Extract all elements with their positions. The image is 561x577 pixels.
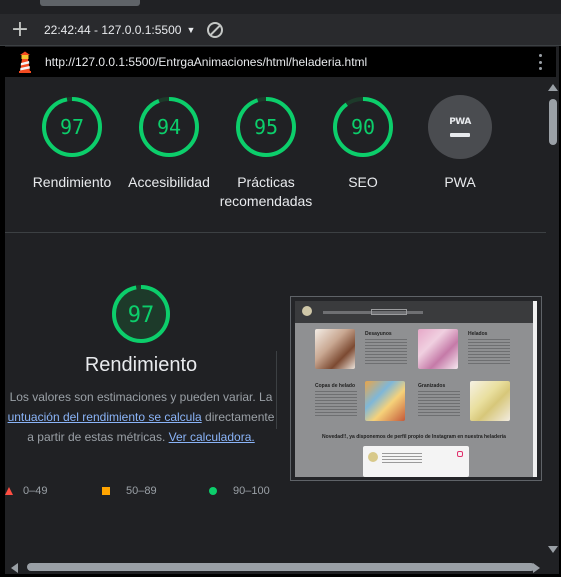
window-tab[interactable] <box>40 0 140 6</box>
legend-average-label: 50–89 <box>126 485 157 497</box>
score-legend: 0–49 50–89 90–100 <box>5 485 295 499</box>
pwa-badge-icon: PWA <box>428 95 492 159</box>
gauge-label: PWA <box>444 174 476 190</box>
legend-fail-label: 0–49 <box>23 485 48 497</box>
plus-icon[interactable]: + <box>0 14 40 46</box>
horizontal-scrollbar[interactable] <box>5 560 546 574</box>
gauge-label: Rendimiento <box>32 174 112 190</box>
scroll-up-icon[interactable] <box>548 84 558 91</box>
triangle-icon <box>5 487 13 495</box>
circle-icon <box>209 487 217 495</box>
legend-pass: 90–100 <box>209 485 270 497</box>
screenshot-image: Desayunos Helados Copas de helado Graniz… <box>295 301 537 477</box>
description-line-2-tail: directamente <box>201 410 275 424</box>
scroll-right-icon[interactable] <box>533 563 540 573</box>
thumb-heading: Copas de helado <box>315 383 356 389</box>
scroll-left-icon[interactable] <box>11 563 18 573</box>
performance-title: Rendimiento <box>84 354 198 376</box>
thumb-heading: Desayunos <box>365 331 392 337</box>
gauge-score: 90 <box>351 115 375 139</box>
score-gauges: 97 Rendimiento 94 Accesibilidad 95 Práct… <box>5 77 546 233</box>
score-ring-icon: 94 <box>139 97 199 157</box>
calculator-link[interactable]: Ver calculadora. <box>169 430 255 444</box>
report-selector-label: 22:42:44 - 127.0.0.1:5500 <box>44 22 182 37</box>
thumb-heading: Helados <box>468 331 488 337</box>
vertical-scrollbar[interactable] <box>546 77 559 560</box>
gauge-rendimiento[interactable]: 97 Rendimiento <box>17 95 127 192</box>
score-ring-icon: 97 <box>42 97 102 157</box>
thumb-navbox <box>371 309 407 315</box>
performance-description: Los valores son estimaciones y pueden va… <box>5 387 277 447</box>
legend-average: 50–89 <box>102 485 157 497</box>
legend-fail: 0–49 <box>5 485 47 497</box>
thumb-image-granizados <box>470 381 510 421</box>
section-divider <box>5 232 546 233</box>
thumb-text-lines <box>418 391 460 417</box>
description-line-1: Los valores son estimaciones y pueden va… <box>9 390 273 404</box>
final-screenshot[interactable]: Desayunos Helados Copas de helado Graniz… <box>290 296 542 481</box>
thumb-text-lines <box>315 391 357 417</box>
thumb-text-lines <box>365 339 407 365</box>
gauge-score: 95 <box>254 115 278 139</box>
thumb-text-lines <box>468 339 510 365</box>
thumb-insta-lines <box>382 453 422 463</box>
caret-down-icon: ▼ <box>186 24 196 35</box>
horizontal-scroll-thumb[interactable] <box>27 563 535 571</box>
scroll-down-icon[interactable] <box>548 546 558 553</box>
thumb-scrollbar <box>533 301 537 477</box>
clear-icon[interactable] <box>207 21 224 38</box>
thumb-logo <box>302 306 312 316</box>
thumb-insta-avatar <box>368 452 378 462</box>
instagram-icon <box>457 451 463 457</box>
thumb-navbar <box>295 301 537 323</box>
more-options-icon[interactable] <box>538 54 542 70</box>
window-top-strip <box>0 0 561 14</box>
gauge-label: SEO <box>348 174 378 190</box>
report-content: 97 Rendimiento 94 Accesibilidad 95 Práct… <box>5 77 546 560</box>
pwa-badge-text: PWA <box>449 117 471 127</box>
vertical-scroll-thumb[interactable] <box>549 99 557 145</box>
performance-summary: 97 Rendimiento Los valores son estimacio… <box>5 282 277 447</box>
description-line-3: a partir de estas métricas. <box>27 430 169 444</box>
legend-pass-label: 90–100 <box>233 485 270 497</box>
score-calculation-link[interactable]: untuación del rendimiento se calcula <box>8 410 202 424</box>
square-icon <box>102 487 110 495</box>
gauge-practicas[interactable]: 95 Prácticas recomendadas <box>211 95 321 211</box>
gauge-score: 94 <box>157 115 181 139</box>
performance-score: 97 <box>128 303 155 328</box>
gauge-label: Accesibilidad <box>128 174 210 190</box>
thumb-novedad-text: Novedad!!, ya disponemos de perfil propi… <box>322 434 506 440</box>
thumb-heading: Granizados <box>418 383 446 389</box>
thumb-image-desayunos <box>315 329 355 369</box>
page-url: http://127.0.0.1:5500/EntrgaAnimaciones/… <box>45 55 368 69</box>
score-ring-icon: 90 <box>333 97 393 157</box>
vertical-separator <box>276 351 277 429</box>
thumb-instagram-embed <box>363 446 469 477</box>
thumb-image-helados <box>418 329 458 369</box>
url-bar: http://127.0.0.1:5500/EntrgaAnimaciones/… <box>5 47 556 77</box>
gauge-pwa[interactable]: PWA PWA <box>405 95 515 192</box>
performance-ring-icon: 97 <box>112 285 170 343</box>
lighthouse-logo-icon <box>19 51 31 73</box>
gauge-accesibilidad[interactable]: 94 Accesibilidad <box>114 95 224 192</box>
gauge-score: 97 <box>60 115 84 139</box>
gauge-label: Prácticas recomendadas <box>219 174 313 209</box>
gauge-seo[interactable]: 90 SEO <box>308 95 418 192</box>
thumb-image-copas <box>365 381 405 421</box>
score-ring-icon: 95 <box>236 97 296 157</box>
pwa-dash <box>450 133 470 137</box>
report-selector[interactable]: 22:42:44 - 127.0.0.1:5500 ▼ <box>44 23 195 37</box>
lighthouse-toolbar: + 22:42:44 - 127.0.0.1:5500 ▼ <box>0 14 561 46</box>
